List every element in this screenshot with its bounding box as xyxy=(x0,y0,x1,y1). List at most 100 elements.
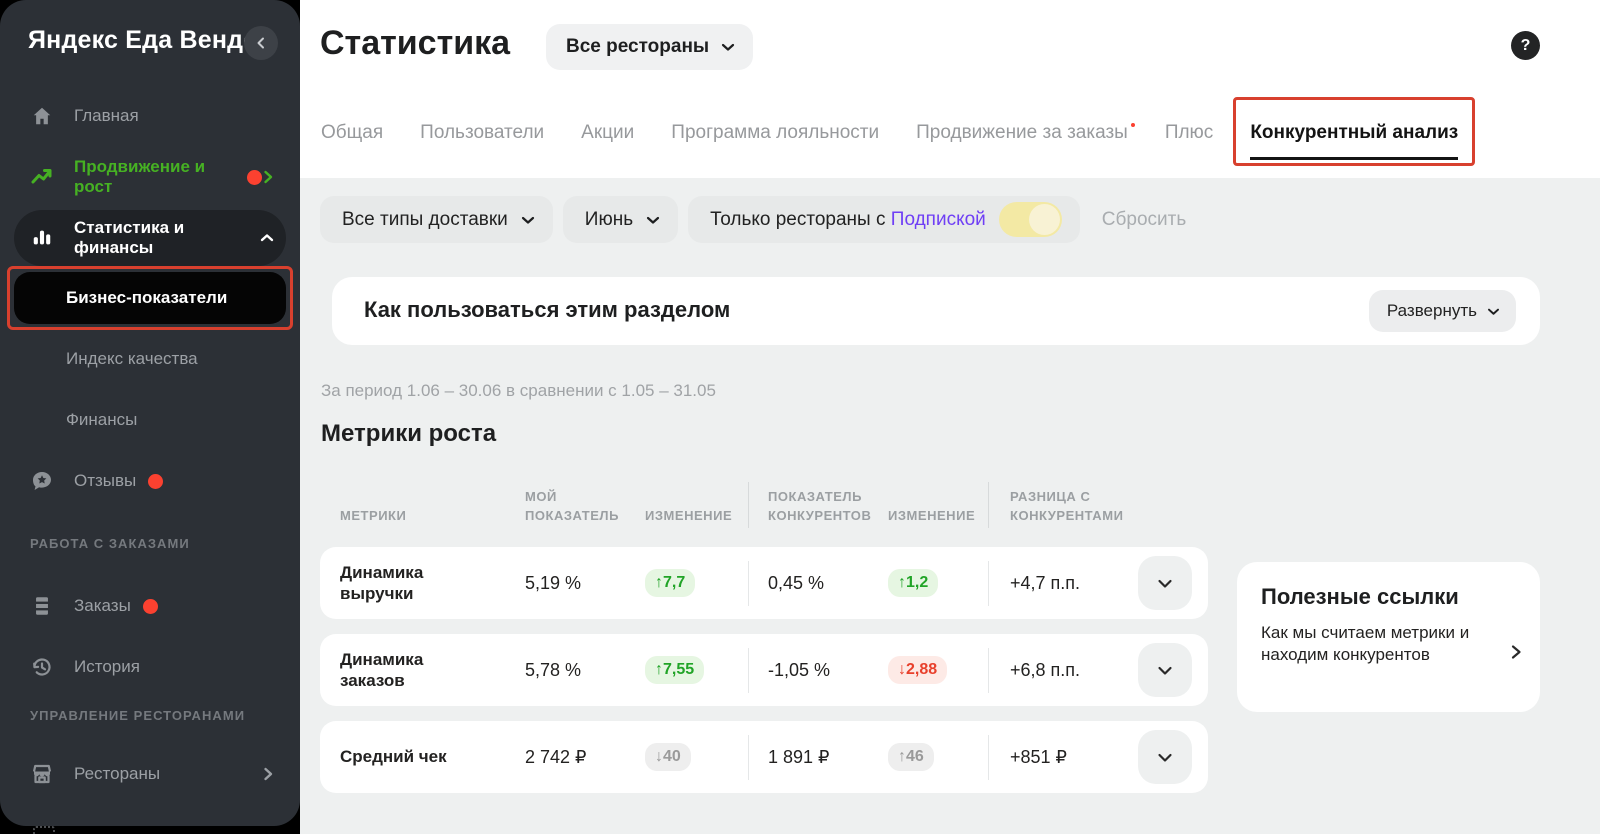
trending-up-icon xyxy=(30,165,54,189)
chevron-up-icon xyxy=(260,232,274,244)
my-change-badge: ↓40 xyxy=(645,743,691,771)
how-to-use-title: Как пользоваться этим разделом xyxy=(364,297,730,323)
app-logo: Яндекс Еда Вендор xyxy=(28,26,274,55)
bar-chart-icon xyxy=(30,226,54,250)
competitor-change-badge: ↑46 xyxy=(888,743,934,771)
expand-row-button[interactable] xyxy=(1138,643,1192,697)
filter-bar: Все типы доставки Июнь Только рестораны … xyxy=(320,196,1186,243)
sidebar-item-label: Главная xyxy=(74,106,139,126)
tab-bar: Общая Пользователи Акции Программа лояль… xyxy=(321,122,1458,160)
sidebar-item-promotion[interactable]: Продвижение и рост xyxy=(14,153,286,201)
delivery-type-dropdown[interactable]: Все типы доставки xyxy=(320,196,553,243)
chevron-down-icon xyxy=(1157,752,1173,763)
tab-label: Продвижение за заказы xyxy=(916,122,1128,143)
difference-value: +851 ₽ xyxy=(988,747,1138,768)
table-row-average-check: Средний чек 2 742 ₽ ↓40 1 891 ₽ ↑46 +851… xyxy=(320,721,1208,793)
reset-filters-button[interactable]: Сбросить xyxy=(1102,209,1186,231)
subscription-toggle[interactable] xyxy=(999,202,1062,237)
sidebar-item-reviews[interactable]: Отзывы xyxy=(14,457,286,505)
sidebar-item-label: Бизнес-показатели xyxy=(66,288,227,308)
tab-loyalty-program[interactable]: Программа лояльности xyxy=(671,122,879,157)
column-header-metric: Метрики xyxy=(320,507,525,526)
column-header-my-change: Изменение xyxy=(645,507,748,526)
subscription-filter-label: Только рестораны с Подпиской xyxy=(710,209,986,231)
sidebar-item-home[interactable]: Главная xyxy=(14,92,286,140)
sidebar: Яндекс Еда Вендор Главная Продвижение и … xyxy=(0,0,300,826)
table-row-revenue-dynamics: Динамика выручки 5,19 % ↑7,7 0,45 % ↑1,2… xyxy=(320,547,1208,619)
expand-label: Развернуть xyxy=(1387,301,1477,321)
sidebar-item-history[interactable]: История xyxy=(14,643,286,691)
sidebar-item-label: История xyxy=(74,657,140,677)
sidebar-section-orders: РАБОТА С ЗАКАЗАМИ xyxy=(30,536,190,551)
subscription-filter[interactable]: Только рестораны с Подпиской xyxy=(688,196,1080,243)
column-header-difference: Разница с конкурентами xyxy=(988,488,1138,526)
month-value: Июнь xyxy=(585,209,633,231)
tab-users[interactable]: Пользователи xyxy=(420,122,544,157)
my-change-badge: ↑7,7 xyxy=(645,569,695,597)
help-button[interactable]: ? xyxy=(1511,31,1540,60)
tab-general[interactable]: Общая xyxy=(321,122,383,157)
chevron-left-icon xyxy=(255,37,267,49)
subscription-link[interactable]: Подпиской xyxy=(891,209,986,230)
sidebar-item-label: Продвижение и рост xyxy=(74,157,235,197)
tab-competitive-analysis[interactable]: Конкурентный анализ xyxy=(1250,122,1458,160)
column-header-my-value: Мой показатель xyxy=(525,488,645,526)
sidebar-item-business-metrics[interactable]: Бизнес-показатели xyxy=(14,272,286,324)
chevron-down-icon xyxy=(1157,578,1173,589)
my-change-badge: ↑7,55 xyxy=(645,656,704,684)
difference-value: +4,7 п.п. xyxy=(988,573,1138,594)
difference-value: +6,8 п.п. xyxy=(988,660,1138,681)
toggle-knob xyxy=(1029,204,1060,235)
sidebar-item-label: Заказы xyxy=(74,596,131,616)
expand-row-button[interactable] xyxy=(1138,556,1192,610)
storefront-icon xyxy=(30,762,54,786)
history-icon xyxy=(30,655,54,679)
sidebar-next-item-peek xyxy=(33,826,55,834)
metrics-section-title: Метрики роста xyxy=(321,420,496,448)
page-title: Статистика xyxy=(320,24,510,63)
restaurant-selector-dropdown[interactable]: Все рестораны xyxy=(546,24,753,70)
notification-dot xyxy=(143,599,158,614)
tab-plus[interactable]: Плюс xyxy=(1165,122,1214,157)
metric-name: Динамика выручки xyxy=(320,562,525,605)
useful-links-title: Полезные ссылки xyxy=(1261,584,1459,610)
expand-row-button[interactable] xyxy=(1138,730,1192,784)
column-header-competitor-change: Изменение xyxy=(888,507,988,526)
question-mark-icon: ? xyxy=(1521,37,1531,55)
sidebar-item-statistics[interactable]: Статистика и финансы xyxy=(14,210,286,266)
sidebar-item-restaurants[interactable]: Рестораны xyxy=(14,750,286,798)
chevron-down-icon xyxy=(1157,665,1173,676)
period-label: За период 1.06 – 30.06 в сравнении с 1.0… xyxy=(321,381,716,401)
sidebar-item-finance[interactable]: Финансы xyxy=(14,396,286,444)
metrics-explanation-link[interactable]: Как мы считаем метрики и находим конкуре… xyxy=(1261,622,1479,666)
column-header-competitor-value: Показатель конкурентов xyxy=(748,488,888,526)
sidebar-item-orders[interactable]: Заказы xyxy=(14,582,286,630)
restaurant-selector-value: Все рестораны xyxy=(566,36,709,58)
tab-paid-promotion[interactable]: Продвижение за заказы xyxy=(916,122,1128,157)
competitor-change-badge: ↓2,88 xyxy=(888,656,947,684)
useful-links-panel: Полезные ссылки Как мы считаем метрики и… xyxy=(1237,562,1540,712)
sidebar-section-restaurants: УПРАВЛЕНИЕ РЕСТОРАНАМИ xyxy=(30,708,245,723)
metric-name: Средний чек xyxy=(320,746,525,767)
expand-button[interactable]: Развернуть xyxy=(1369,290,1516,332)
sidebar-item-label: Финансы xyxy=(66,410,137,430)
tab-promotions[interactable]: Акции xyxy=(581,122,634,157)
sidebar-item-label: Индекс качества xyxy=(66,349,198,369)
table-row-orders-dynamics: Динамика заказов 5,78 % ↑7,55 -1,05 % ↓2… xyxy=(320,634,1208,706)
metrics-table-header: Метрики Мой показатель Изменение Показат… xyxy=(320,478,1208,532)
receipt-icon xyxy=(30,594,54,618)
tab-label: Конкурентный анализ xyxy=(1250,122,1458,143)
sidebar-collapse-button[interactable] xyxy=(244,26,278,60)
notification-dot xyxy=(148,474,163,489)
home-icon xyxy=(30,104,54,128)
delivery-type-value: Все типы доставки xyxy=(342,209,508,231)
month-dropdown[interactable]: Июнь xyxy=(563,196,678,243)
how-to-use-panel: Как пользоваться этим разделом Развернут… xyxy=(332,277,1540,345)
chevron-down-icon xyxy=(521,215,535,225)
chevron-down-icon xyxy=(1487,307,1500,316)
chevron-right-icon xyxy=(1510,644,1522,660)
my-value: 2 742 ₽ xyxy=(525,747,645,768)
sidebar-item-label: Отзывы xyxy=(74,471,136,491)
my-value: 5,78 % xyxy=(525,660,645,681)
sidebar-item-quality-index[interactable]: Индекс качества xyxy=(14,335,286,383)
